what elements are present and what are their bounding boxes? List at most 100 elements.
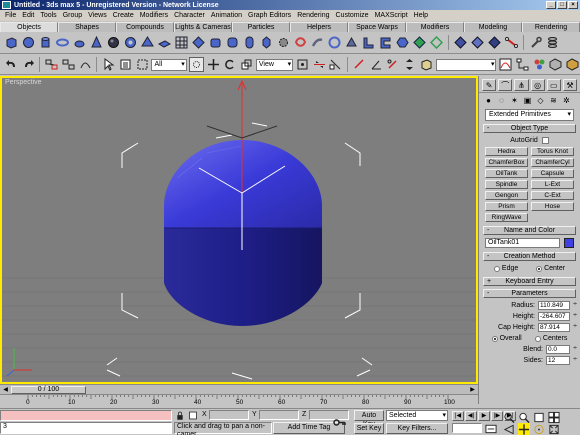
utilities-tab-icon[interactable]: ⚒ xyxy=(562,79,578,91)
maxscript-listener-input[interactable]: 3 xyxy=(0,422,172,434)
minimize-button[interactable]: _ xyxy=(546,1,556,9)
ringwave-icon[interactable] xyxy=(327,35,342,50)
tab-rendering[interactable]: Rendering xyxy=(522,22,580,32)
torusknot-icon[interactable] xyxy=(293,35,308,50)
unlink-icon[interactable] xyxy=(61,57,76,72)
tab-space-warps[interactable]: Space Warps xyxy=(348,22,406,32)
hierarchy-tab-icon[interactable]: ⋔ xyxy=(514,79,529,91)
cext-icon[interactable] xyxy=(378,35,393,50)
helpers-category-icon[interactable]: ◇ xyxy=(535,95,546,105)
oiltank-icon[interactable] xyxy=(225,35,240,50)
teapot-icon[interactable] xyxy=(72,35,87,50)
named-selection-set-dropdown[interactable] xyxy=(435,58,497,71)
spindle-icon[interactable] xyxy=(259,35,274,50)
perspective-viewport[interactable]: Perspective xyxy=(0,76,478,384)
bind-spacewarp-icon[interactable] xyxy=(78,57,93,72)
quick-render-icon[interactable] xyxy=(565,57,580,72)
time-slider-thumb[interactable]: 0 / 100 xyxy=(11,386,86,394)
zoom-extents-icon[interactable] xyxy=(533,411,545,423)
capsule-icon[interactable] xyxy=(242,35,257,50)
maximize-viewport-icon[interactable] xyxy=(548,423,560,435)
close-button[interactable]: × xyxy=(568,1,578,9)
chamferbox-icon[interactable] xyxy=(208,35,223,50)
maxscript-listener-top[interactable] xyxy=(0,410,172,421)
redo-icon[interactable] xyxy=(21,57,36,72)
gengon-icon[interactable] xyxy=(395,35,410,50)
menu-rendering[interactable]: Rendering xyxy=(294,12,332,19)
time-slider-prev-icon[interactable]: ◀ xyxy=(1,386,10,394)
key-filters-button[interactable]: Key Filters... xyxy=(386,423,448,434)
track-bar[interactable]: 0 10 20 30 40 50 60 70 80 90 100 xyxy=(0,394,478,408)
reference-coord-dropdown[interactable]: View xyxy=(255,58,294,71)
center-radio[interactable]: Center xyxy=(536,265,565,272)
modify-tab-icon[interactable]: ⌒ xyxy=(498,79,513,91)
region-select-icon[interactable] xyxy=(135,57,150,72)
menu-animation[interactable]: Animation xyxy=(208,12,245,19)
menu-create[interactable]: Create xyxy=(110,12,137,19)
torus-knot-button[interactable]: Torus Knot xyxy=(531,147,574,156)
menu-modifiers[interactable]: Modifiers xyxy=(137,12,171,19)
edge-radio[interactable]: Edge xyxy=(493,265,518,272)
geometry-category-icon[interactable]: ● xyxy=(483,95,494,105)
hose-icon[interactable] xyxy=(310,35,325,50)
y-coordinate-field[interactable] xyxy=(259,410,299,420)
gear-icon[interactable] xyxy=(276,35,291,50)
maximize-button[interactable]: □ xyxy=(557,1,567,9)
go-to-start-icon[interactable]: |◀ xyxy=(452,411,464,421)
green-grid-icon[interactable] xyxy=(412,35,427,50)
rotate-icon[interactable] xyxy=(223,57,238,72)
align-icon[interactable] xyxy=(329,57,344,72)
time-slider[interactable]: ◀ 0 / 100 ▶ xyxy=(0,384,478,394)
selection-filter-dropdown[interactable]: All xyxy=(151,58,187,71)
pyramid-icon[interactable] xyxy=(140,35,155,50)
sphere-icon[interactable] xyxy=(21,35,36,50)
time-slider-next-icon[interactable]: ▶ xyxy=(468,386,477,394)
schematic-view-icon[interactable] xyxy=(515,57,530,72)
dynamics-icon[interactable] xyxy=(487,35,502,50)
key-mode-dropdown[interactable]: Selected xyxy=(386,410,448,421)
undo-icon[interactable] xyxy=(4,57,19,72)
mirror-icon[interactable] xyxy=(312,57,327,72)
x-coordinate-field[interactable] xyxy=(209,410,249,420)
pan-icon[interactable] xyxy=(518,423,530,435)
set-key-button[interactable]: Set Key xyxy=(354,423,384,434)
spinner-snap-icon[interactable] xyxy=(402,57,417,72)
spindle-button[interactable]: Spindle xyxy=(485,180,528,189)
gengon-button[interactable]: Gengon xyxy=(485,191,528,200)
named-selection-icon[interactable] xyxy=(419,57,434,72)
nurbs-icon[interactable] xyxy=(470,35,485,50)
overall-radio[interactable]: Overall xyxy=(491,335,522,342)
angle-snap-icon[interactable] xyxy=(369,57,384,72)
render-scene-icon[interactable] xyxy=(549,57,564,72)
auto-key-button[interactable]: Auto Key xyxy=(354,410,384,428)
object-color-swatch[interactable] xyxy=(564,238,574,248)
height-spinner[interactable]: -264.607 xyxy=(538,312,577,321)
link-icon[interactable] xyxy=(44,57,59,72)
menu-views[interactable]: Views xyxy=(85,12,110,19)
spacewarps-category-icon[interactable]: ≋ xyxy=(548,95,559,105)
cameras-category-icon[interactable]: ▣ xyxy=(522,95,533,105)
motion-tab-icon[interactable]: ◎ xyxy=(530,79,545,91)
tab-objects[interactable]: Objects xyxy=(0,22,58,32)
geosphere-icon[interactable] xyxy=(106,35,121,50)
primitive-category-dropdown[interactable]: Extended Primitives xyxy=(485,109,574,121)
tab-modifiers[interactable]: Modifiers xyxy=(406,22,464,32)
menu-character[interactable]: Character xyxy=(171,12,208,19)
material-editor-icon[interactable] xyxy=(532,57,547,72)
key-icon[interactable] xyxy=(332,415,346,429)
menu-tools[interactable]: Tools xyxy=(37,12,59,19)
lext-icon[interactable] xyxy=(361,35,376,50)
arc-rotate-icon[interactable] xyxy=(533,423,545,435)
centers-radio[interactable]: Centers xyxy=(534,335,567,342)
play-icon[interactable]: ▶ xyxy=(478,411,490,421)
prism-button[interactable]: Prism xyxy=(485,202,528,211)
oiltank-button[interactable]: OilTank xyxy=(485,169,528,178)
c-ext-button[interactable]: C-Ext xyxy=(531,191,574,200)
plane-icon[interactable] xyxy=(157,35,172,50)
absolute-mode-icon[interactable] xyxy=(188,410,198,420)
time-config-icon[interactable] xyxy=(485,422,497,434)
tab-shapes[interactable]: Shapes xyxy=(58,22,116,32)
name-color-rollout[interactable]: - Name and Color xyxy=(483,226,576,235)
object-name-input[interactable]: OilTank01 xyxy=(485,238,560,248)
select-object-icon[interactable] xyxy=(101,57,116,72)
